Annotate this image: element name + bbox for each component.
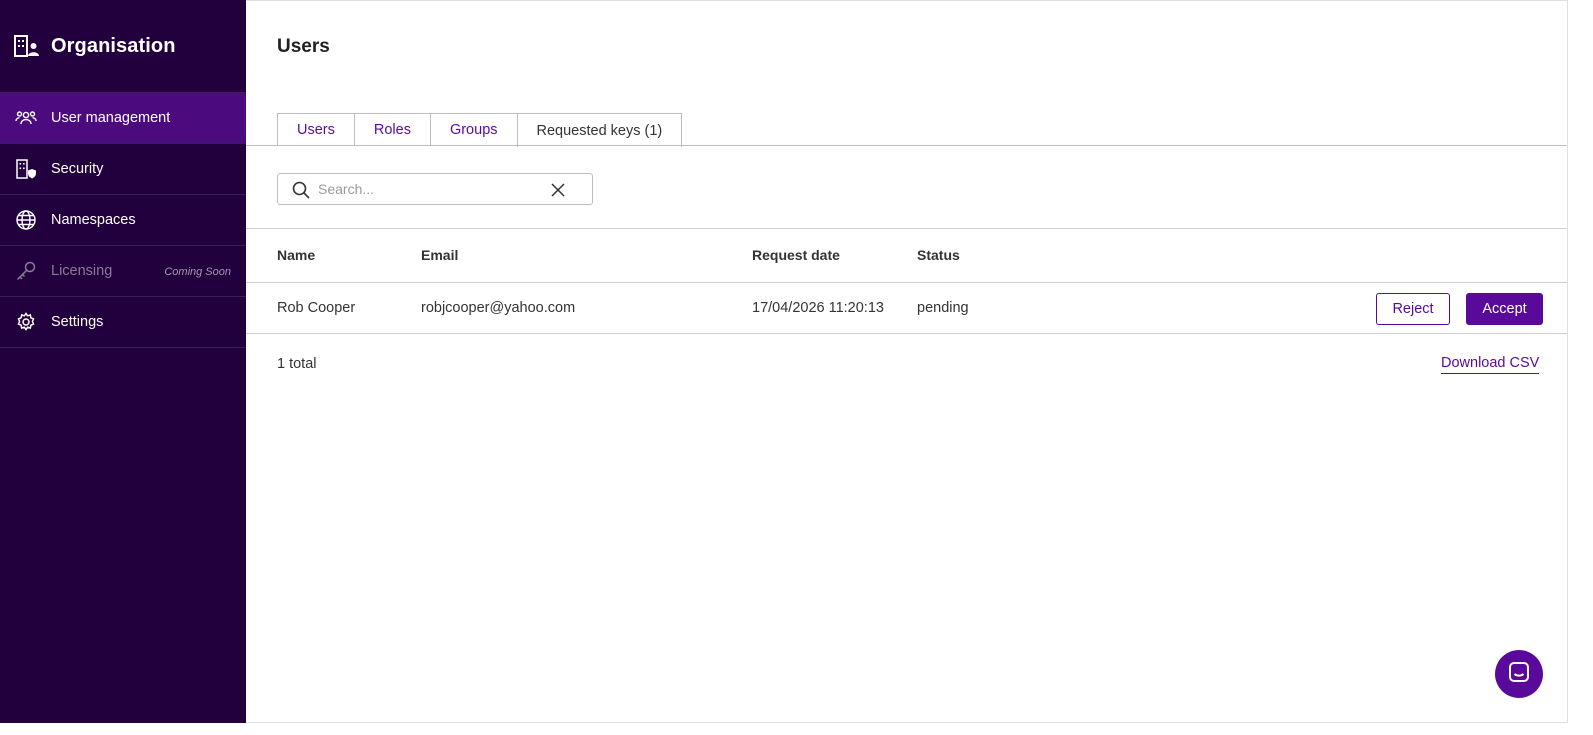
- sidebar-item-label: User management: [51, 110, 171, 126]
- close-icon[interactable]: [550, 182, 566, 198]
- coming-soon-badge: Coming Soon: [164, 266, 231, 278]
- sidebar-item-user-management[interactable]: User management: [0, 93, 246, 144]
- tab-requested-keys[interactable]: Requested keys (1): [516, 113, 683, 147]
- organisation-icon: [14, 34, 40, 58]
- sidebar-item-label: Licensing: [51, 263, 113, 279]
- search-box: [277, 173, 593, 205]
- column-header-email: Email: [421, 247, 459, 263]
- sidebar-item-label: Namespaces: [51, 212, 136, 228]
- sidebar-item-label: Settings: [51, 314, 104, 330]
- gear-icon: [15, 311, 37, 333]
- reject-button[interactable]: Reject: [1376, 293, 1450, 325]
- column-header-name: Name: [277, 247, 316, 263]
- tab-users[interactable]: Users: [277, 113, 355, 146]
- globe-icon: [15, 209, 37, 231]
- table-top-divider: [246, 228, 1567, 229]
- cell-request-date: 17/04/2026 11:20:13: [752, 300, 884, 316]
- row-divider: [246, 333, 1567, 334]
- sidebar-item-settings[interactable]: Settings: [0, 297, 246, 348]
- building-shield-icon: [15, 158, 37, 180]
- cell-status: pending: [917, 300, 969, 316]
- sidebar-item-namespaces[interactable]: Namespaces: [0, 195, 246, 246]
- search-icon: [292, 181, 310, 199]
- sidebar-header: Organisation: [0, 0, 246, 93]
- chat-launcher-button[interactable]: [1495, 650, 1543, 698]
- sidebar-item-security[interactable]: Security: [0, 144, 246, 195]
- column-header-request-date: Request date: [752, 247, 840, 263]
- cell-name: Rob Cooper: [277, 300, 356, 316]
- app: Organisation User management Security Na…: [0, 0, 1593, 735]
- total-count: 1 total: [277, 356, 317, 372]
- tab-roles[interactable]: Roles: [353, 113, 431, 146]
- page-title: Users: [277, 36, 330, 57]
- download-csv-link[interactable]: Download CSV: [1441, 355, 1540, 374]
- tab-bar: Users Roles Groups Requested keys (1): [277, 113, 683, 147]
- cell-email: robjcooper@yahoo.com: [421, 300, 576, 316]
- chat-icon: [1507, 660, 1531, 689]
- sidebar-item-label: Security: [51, 161, 104, 177]
- tabs-divider: [246, 145, 1567, 146]
- sidebar: Organisation User management Security Na…: [0, 0, 246, 723]
- sidebar-title: Organisation: [51, 34, 176, 57]
- search-input[interactable]: [318, 179, 538, 199]
- tab-groups[interactable]: Groups: [429, 113, 518, 146]
- column-header-status: Status: [917, 247, 960, 263]
- main-content: Users Users Roles Groups Requested keys …: [246, 0, 1568, 723]
- header-divider: [246, 282, 1567, 283]
- sidebar-item-licensing: Licensing Coming Soon: [0, 246, 246, 297]
- accept-button[interactable]: Accept: [1466, 293, 1543, 325]
- users-icon: [15, 107, 37, 129]
- key-icon: [15, 260, 37, 282]
